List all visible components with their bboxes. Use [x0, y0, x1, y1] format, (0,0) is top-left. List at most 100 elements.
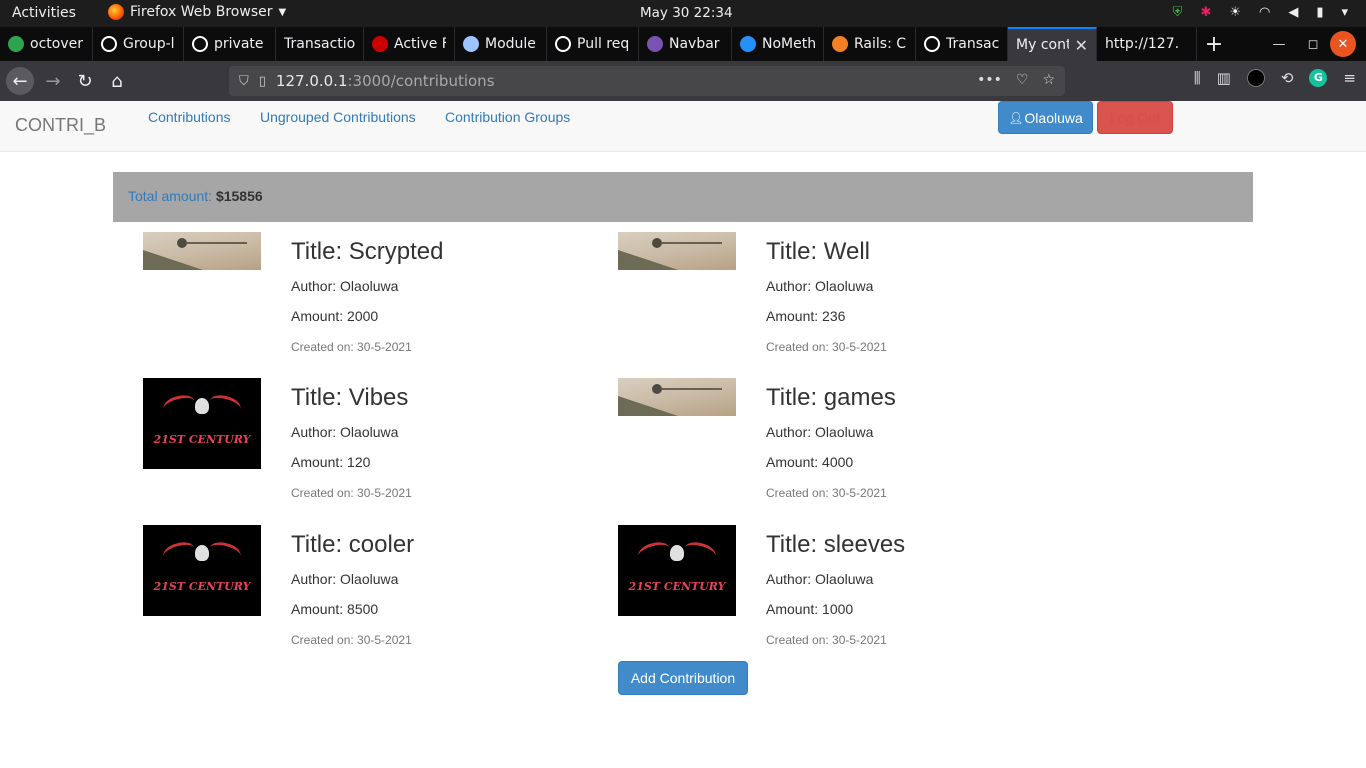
- power-caret-icon[interactable]: ▾: [1341, 5, 1348, 20]
- sidebar-icon[interactable]: ▥: [1217, 69, 1231, 87]
- reload-button[interactable]: ↻: [71, 67, 99, 95]
- contribution-title: Title: Scrypted: [291, 238, 444, 265]
- contribution-card: Title: Well Author: Olaoluwa Amount: 236 Cr…: [618, 232, 1088, 372]
- browser-tab[interactable]: Rails: C: [824, 27, 916, 61]
- tracking-shield-icon[interactable]: ⛉: [239, 74, 249, 89]
- browser-tab[interactable]: NoMeth: [732, 27, 824, 61]
- tab-label: private: [214, 36, 264, 52]
- system-top-bar: Activities Firefox Web Browser ▼ May 30 …: [0, 0, 1366, 27]
- nav-contributions[interactable]: Contributions: [148, 109, 231, 125]
- contribution-card: Title: games Author: Olaoluwa Amount: 4000…: [618, 378, 1088, 518]
- add-contribution-button[interactable]: Add Contribution: [618, 661, 748, 695]
- nav-contribution-groups[interactable]: Contribution Groups: [445, 109, 570, 125]
- contribution-card: 21ST CENTURY Title: Vibes Author: Olaoluwa…: [143, 378, 613, 518]
- system-tray[interactable]: ⛨ ✱ ☀ ◠ ◀ ▮ ▾: [1173, 5, 1348, 20]
- contribution-author: Author: Olaoluwa: [291, 278, 399, 294]
- forward-button[interactable]: →: [39, 67, 67, 95]
- activities-button[interactable]: Activities: [12, 5, 76, 21]
- url-text[interactable]: 127.0.0.1:3000/contributions: [276, 72, 495, 90]
- browser-tab[interactable]: Active F: [364, 27, 455, 61]
- tab-label: Transaction: [284, 36, 355, 52]
- page-info-icon[interactable]: ▯: [259, 74, 266, 89]
- github-icon: [924, 36, 940, 52]
- bookmark-star-icon[interactable]: ☆: [1042, 72, 1055, 88]
- browser-tab[interactable]: Transaction: [276, 27, 364, 61]
- tab-label: My cont: [1016, 37, 1069, 53]
- contribution-image: 21ST CENTURY: [143, 525, 261, 616]
- rails-icon: [372, 36, 388, 52]
- logo-text: 21ST CENTURY: [153, 580, 251, 593]
- browser-tab[interactable]: Transac: [916, 27, 1008, 61]
- browser-tab[interactable]: Group-l: [93, 27, 184, 61]
- browser-tab[interactable]: http://127.: [1097, 27, 1197, 61]
- slack-icon[interactable]: ✱: [1200, 5, 1211, 20]
- contribution-amount: Amount: 1000: [766, 601, 854, 617]
- tab-strip: octover Group-l private Transaction Active F…: [0, 27, 1366, 61]
- firefox-icon: [108, 4, 124, 20]
- wifi-icon[interactable]: ◠: [1259, 5, 1270, 20]
- brand-logo[interactable]: CONTRI_B: [15, 115, 106, 136]
- pocket-icon[interactable]: ♡: [1016, 72, 1029, 88]
- battery-icon[interactable]: ▮: [1316, 5, 1323, 20]
- extension-icon[interactable]: [1246, 69, 1265, 87]
- contribution-title: Title: games: [766, 384, 896, 411]
- sync-icon[interactable]: ⟲: [1281, 69, 1294, 87]
- logo-text: 21ST CENTURY: [628, 580, 726, 593]
- maximize-icon[interactable]: ◻: [1296, 27, 1330, 61]
- contribution-title: Title: sleeves: [766, 531, 906, 558]
- contribution-date: Created on: 30-5-2021: [766, 486, 887, 500]
- page-actions-icon[interactable]: •••: [977, 72, 1002, 88]
- home-button[interactable]: ⌂: [103, 67, 131, 95]
- contribution-image: [143, 232, 261, 270]
- contribution-amount: Amount: 8500: [291, 601, 379, 617]
- browser-tab[interactable]: My cont ✕: [1008, 27, 1097, 61]
- total-amount-banner: Total amount: $15856: [113, 172, 1253, 222]
- browser-tab[interactable]: octover: [0, 27, 93, 61]
- tab-label: octover: [30, 36, 83, 52]
- nav-ungrouped-contributions[interactable]: Ungrouped Contributions: [260, 109, 416, 125]
- contribution-date: Created on: 30-5-2021: [766, 340, 887, 354]
- bing-icon: [740, 36, 756, 52]
- app-menu[interactable]: Firefox Web Browser ▼: [108, 4, 286, 20]
- url-bar[interactable]: ⛉ ▯ 127.0.0.1:3000/contributions ••• ♡ ☆: [229, 66, 1065, 96]
- minimize-icon[interactable]: —: [1262, 27, 1296, 61]
- tab-label: http://127.: [1105, 36, 1180, 52]
- contribution-author: Author: Olaoluwa: [766, 424, 874, 440]
- brightness-icon[interactable]: ☀: [1229, 5, 1241, 20]
- tab-label: Pull req: [577, 36, 630, 52]
- contribution-image: [618, 378, 736, 416]
- contribution-date: Created on: 30-5-2021: [766, 633, 887, 647]
- browser-tab[interactable]: Pull req: [547, 27, 639, 61]
- stackoverflow-icon: [832, 36, 848, 52]
- clock[interactable]: May 30 22:34: [640, 5, 733, 21]
- contribution-author: Author: Olaoluwa: [766, 278, 874, 294]
- github-icon: [101, 36, 117, 52]
- total-amount-value: $15856: [215, 188, 263, 204]
- browser-tab[interactable]: private: [184, 27, 276, 61]
- browser-tab[interactable]: Module: [455, 27, 547, 61]
- back-button[interactable]: ←: [6, 67, 34, 95]
- library-icon[interactable]: ⫼: [1194, 69, 1201, 87]
- tab-label: Rails: C: [854, 36, 907, 52]
- user-profile-button[interactable]: 👤︎ Olaoluwa: [998, 101, 1093, 134]
- green-circle-icon: [8, 36, 24, 52]
- new-tab-button[interactable]: +: [1197, 27, 1231, 61]
- user-icon: 👤︎: [1008, 110, 1024, 125]
- shield-icon[interactable]: ⛨: [1173, 5, 1183, 20]
- contribution-date: Created on: 30-5-2021: [291, 486, 412, 500]
- app-menu-label: Firefox Web Browser: [130, 4, 273, 20]
- github-icon: [555, 36, 571, 52]
- tab-label: Navbar: [669, 36, 720, 52]
- contribution-title: Title: Vibes: [291, 384, 409, 411]
- browser-tab[interactable]: Navbar: [639, 27, 732, 61]
- url-path: :3000/contributions: [347, 72, 495, 90]
- bootstrap-icon: [647, 36, 663, 52]
- grammarly-icon[interactable]: G: [1309, 69, 1328, 87]
- menu-icon[interactable]: ≡: [1343, 69, 1356, 87]
- tab-label: Transac: [946, 36, 999, 52]
- contribution-image: 21ST CENTURY: [618, 525, 736, 616]
- window-close-icon[interactable]: ✕: [1330, 31, 1356, 57]
- volume-icon[interactable]: ◀: [1288, 5, 1298, 20]
- tab-close-icon[interactable]: ✕: [1075, 36, 1088, 55]
- logout-button[interactable]: Log Out: [1097, 101, 1173, 134]
